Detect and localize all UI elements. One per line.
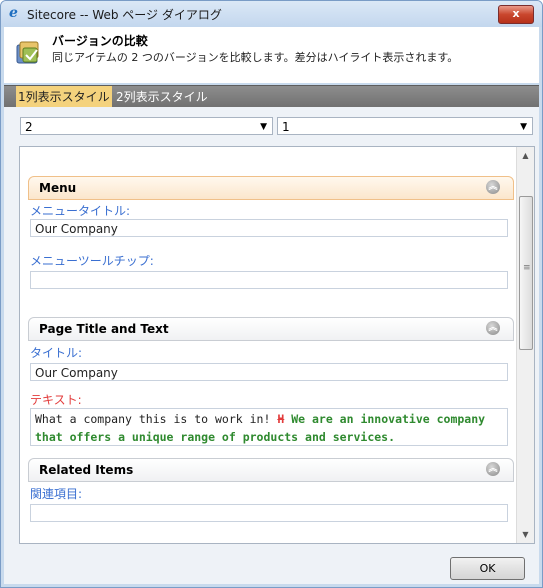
section-title: Related Items bbox=[39, 463, 134, 477]
scrollbar-thumb[interactable]: ≡ bbox=[519, 196, 533, 350]
grip-icon: ≡ bbox=[523, 263, 531, 273]
close-button[interactable]: x bbox=[498, 5, 534, 24]
dialog-header: バージョンの比較 同じアイテムの 2 つのバージョンを比較します。差分はハイライ… bbox=[4, 27, 539, 83]
comparison-panel[interactable]: Menu ︽ メニュータイトル: Our Company メニューツールチップ:… bbox=[19, 146, 535, 544]
dialog-window: e Sitecore -- Web ページ ダイアログ x バージョンの比較 同… bbox=[0, 0, 543, 588]
field-label-related-items: 関連項目: bbox=[30, 487, 83, 501]
collapse-icon[interactable]: ︽ bbox=[486, 462, 500, 476]
chevron-down-icon: ▼ bbox=[520, 122, 527, 132]
version-select-right-value: 1 bbox=[282, 120, 290, 134]
section-header-menu[interactable]: Menu ︽ bbox=[28, 176, 514, 200]
collapse-icon[interactable]: ︽ bbox=[486, 180, 500, 194]
version-compare-icon bbox=[16, 41, 39, 64]
dialog-footer: OK bbox=[4, 545, 539, 584]
scroll-up-icon[interactable]: ▲ bbox=[517, 147, 534, 164]
chevron-down-icon: ▼ bbox=[260, 122, 267, 132]
field-value-related-items bbox=[30, 504, 508, 522]
field-value-menu-tooltip bbox=[30, 271, 508, 289]
collapse-icon[interactable]: ︽ bbox=[486, 321, 500, 335]
field-value-text: What a company this is to work in! H We … bbox=[30, 408, 508, 446]
section-header-page-title[interactable]: Page Title and Text ︽ bbox=[28, 317, 514, 341]
version-select-left-value: 2 bbox=[25, 120, 33, 134]
section-title: Menu bbox=[39, 181, 77, 195]
tab-single-column[interactable]: 1列表示スタイル bbox=[16, 86, 112, 108]
field-label-text: テキスト: bbox=[30, 393, 82, 407]
tab-two-column[interactable]: 2列表示スタイル bbox=[114, 86, 210, 108]
field-label-menu-tooltip: メニューツールチップ: bbox=[30, 254, 154, 268]
field-value-menu-title: Our Company bbox=[30, 219, 508, 237]
content-area: 2 ▼ 1 ▼ Menu ︽ メニュータイトル: Our Company メニュ… bbox=[4, 107, 539, 545]
ok-button[interactable]: OK bbox=[450, 557, 525, 580]
scroll-down-icon[interactable]: ▼ bbox=[517, 526, 534, 543]
tab-bar: 1列表示スタイル 2列表示スタイル bbox=[4, 85, 539, 108]
vertical-scrollbar[interactable]: ▲ ≡ ▼ bbox=[516, 147, 534, 543]
field-value-title: Our Company bbox=[30, 363, 508, 381]
section-title: Page Title and Text bbox=[39, 322, 169, 336]
ie-icon: e bbox=[9, 5, 18, 21]
dialog-description: 同じアイテムの 2 つのバージョンを比較します。差分はハイライト表示されます。 bbox=[52, 51, 459, 64]
title-bar: e Sitecore -- Web ページ ダイアログ x bbox=[1, 1, 542, 27]
version-select-left[interactable]: 2 ▼ bbox=[20, 117, 273, 135]
dialog-heading: バージョンの比較 bbox=[52, 34, 148, 48]
section-header-related-items[interactable]: Related Items ︽ bbox=[28, 458, 514, 482]
field-label-menu-title: メニュータイトル: bbox=[30, 204, 131, 218]
text-original: What a company this is to work in! bbox=[35, 412, 271, 426]
field-label-title: タイトル: bbox=[30, 346, 83, 360]
version-select-right[interactable]: 1 ▼ bbox=[277, 117, 533, 135]
deleted-marker: H bbox=[277, 412, 285, 426]
window-title: Sitecore -- Web ページ ダイアログ bbox=[27, 8, 222, 22]
